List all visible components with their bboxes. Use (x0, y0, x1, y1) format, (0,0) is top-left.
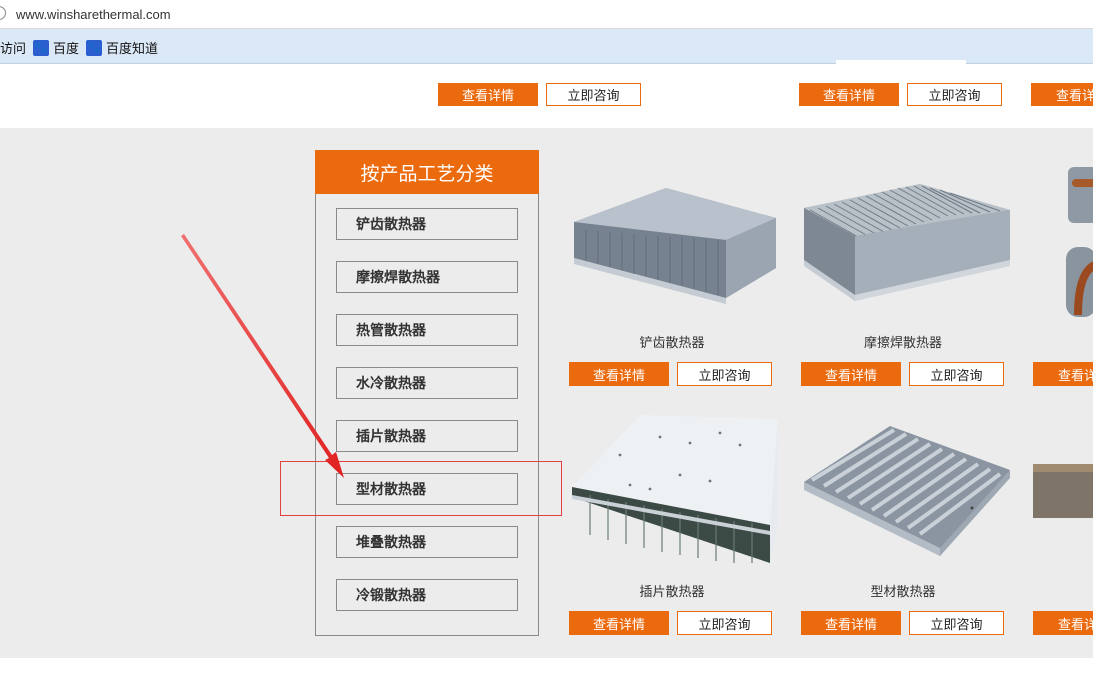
detail-button[interactable]: 查看详情 (569, 362, 669, 386)
page-footer-band (0, 658, 1093, 691)
product-title[interactable]: 型材散热器 (798, 581, 1008, 600)
product-image-extruded[interactable] (800, 420, 1015, 560)
product-image-friction-weld[interactable] (800, 180, 1015, 305)
consult-button[interactable]: 立即咨询 (677, 611, 772, 635)
detail-button[interactable]: 查看详情 (569, 611, 669, 635)
product-image-heat-pipe-partial[interactable] (1062, 165, 1093, 320)
consult-button[interactable]: 立即咨询 (909, 611, 1004, 635)
product-image-stacked-partial[interactable] (1031, 460, 1093, 520)
detail-button[interactable]: 查看详情 (801, 362, 901, 386)
product-title[interactable]: 铲齿散热器 (567, 332, 777, 351)
consult-button[interactable]: 立即咨询 (909, 362, 1004, 386)
product-title[interactable]: 摩擦焊散热器 (798, 332, 1008, 351)
consult-button[interactable]: 立即咨询 (677, 362, 772, 386)
detail-button-partial[interactable]: 查看详 (1033, 611, 1093, 635)
detail-button[interactable]: 查看详情 (801, 611, 901, 635)
detail-button-partial[interactable]: 查看详 (1033, 362, 1093, 386)
product-title[interactable]: 插片散热器 (567, 581, 777, 600)
product-image-chanchi[interactable] (566, 180, 781, 305)
product-image-insert-fin[interactable] (570, 415, 780, 565)
